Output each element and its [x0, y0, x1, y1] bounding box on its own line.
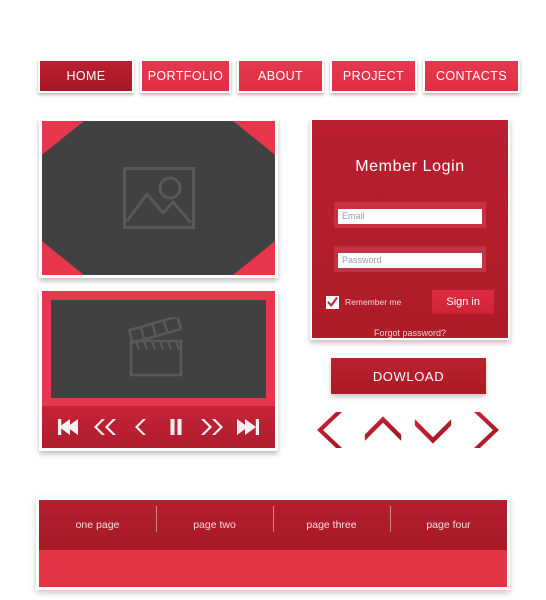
forgot-password-link[interactable]: Forgot password? — [312, 328, 508, 338]
skip-to-start-icon[interactable] — [56, 414, 82, 440]
checkmark-icon — [327, 296, 338, 307]
previous-icon[interactable] — [128, 414, 154, 440]
pagination-label: page two — [193, 519, 236, 531]
chevron-down-icon[interactable] — [413, 410, 453, 450]
email-input[interactable] — [338, 208, 482, 224]
pagination-content-area — [39, 550, 507, 587]
arrow-button-group — [313, 408, 503, 452]
remember-me-checkbox[interactable] — [326, 295, 339, 309]
nav-item-about[interactable]: ABOUT — [237, 59, 324, 93]
pagination-label: page four — [426, 519, 471, 531]
pagination-item-three[interactable]: page three — [273, 506, 390, 532]
nav-item-label: HOME — [66, 69, 106, 83]
rewind-icon[interactable] — [92, 414, 118, 440]
photo-placeholder-icon — [122, 167, 195, 229]
pagination-card: one page page two page three page four — [36, 497, 510, 590]
nav-item-project[interactable]: PROJECT — [330, 59, 417, 93]
sign-in-button[interactable]: Sign in — [432, 290, 494, 314]
password-input[interactable] — [338, 252, 482, 268]
nav-item-home[interactable]: HOME — [38, 59, 134, 93]
next-icon[interactable] — [199, 414, 225, 440]
sign-in-label: Sign in — [446, 296, 480, 308]
chevron-right-icon[interactable] — [463, 410, 503, 450]
video-player-card — [39, 288, 278, 451]
nav-item-label: ABOUT — [257, 69, 304, 83]
download-button[interactable]: DOWLOAD — [331, 358, 486, 394]
login-title: Member Login — [355, 158, 465, 175]
image-placeholder-card[interactable] — [39, 118, 278, 278]
nav-item-portfolio[interactable]: PORTFOLIO — [140, 59, 231, 93]
pagination-item-four[interactable]: page four — [390, 506, 507, 532]
main-navigation: HOME PORTFOLIO ABOUT PROJECT CONTACTS — [38, 59, 520, 93]
pagination-bar: one page page two page three page four — [39, 500, 507, 550]
pause-icon[interactable] — [163, 414, 189, 440]
pagination-item-two[interactable]: page two — [156, 506, 273, 532]
skip-to-end-icon[interactable] — [235, 414, 261, 440]
video-screen[interactable] — [51, 300, 266, 398]
download-label: DOWLOAD — [372, 368, 445, 384]
nav-item-label: PORTFOLIO — [147, 69, 224, 83]
pagination-label: one page — [75, 519, 120, 531]
clapperboard-icon — [127, 317, 182, 377]
chevron-up-icon[interactable] — [363, 410, 403, 450]
pagination-label: page three — [306, 519, 357, 531]
login-actions-row: Remember me Sign in — [326, 290, 494, 314]
nav-item-contacts[interactable]: CONTACTS — [423, 59, 520, 93]
password-field-wrapper — [334, 246, 486, 272]
remember-me-label: Remember me — [345, 297, 402, 307]
nav-item-label: PROJECT — [342, 69, 405, 83]
nav-item-label: CONTACTS — [435, 69, 508, 83]
ui-kit-canvas: HOME PORTFOLIO ABOUT PROJECT CONTACTS Me… — [0, 0, 546, 600]
video-controls-bar — [42, 406, 275, 448]
chevron-left-icon[interactable] — [313, 410, 353, 450]
email-field-wrapper — [334, 202, 486, 228]
member-login-panel: Member Login Remember me Sign in Forgot … — [310, 118, 510, 340]
pagination-item-one[interactable]: one page — [39, 519, 156, 531]
